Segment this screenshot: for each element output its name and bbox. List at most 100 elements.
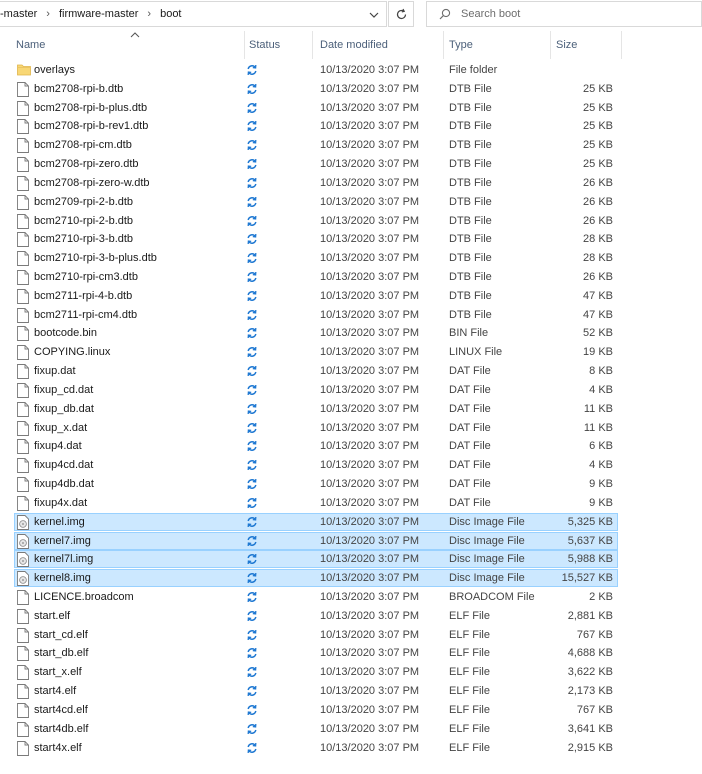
file-name[interactable]: start_x.elf: [34, 664, 82, 681]
file-name[interactable]: bcm2708-rpi-cm.dtb: [34, 137, 132, 154]
file-row[interactable]: bcm2710-rpi-cm3.dtb 10/13/2020 3:07 PM DTB…: [14, 268, 618, 286]
file-row[interactable]: start_cd.elf 10/13/2020 3:07 PM ELF File 76…: [14, 626, 618, 644]
file-name[interactable]: bcm2710-rpi-3-b.dtb: [34, 231, 133, 248]
file-row[interactable]: bcm2708-rpi-b.dtb 10/13/2020 3:07 PM DTB F…: [14, 80, 618, 98]
file-name[interactable]: fixup_x.dat: [34, 420, 87, 437]
file-row[interactable]: kernel.img 10/13/2020 3:07 PM Disc Image F…: [14, 512, 618, 531]
file-name[interactable]: start.elf: [34, 608, 70, 625]
file-row[interactable]: bcm2708-rpi-b-rev1.dtb 10/13/2020 3:07 PM…: [14, 117, 618, 135]
file-row[interactable]: bcm2708-rpi-zero-w.dtb 10/13/2020 3:07 PM…: [14, 174, 618, 192]
file-row[interactable]: start4db.elf 10/13/2020 3:07 PM ELF File 3,…: [14, 720, 618, 738]
sync-status-icon: [246, 177, 258, 194]
file-row[interactable]: bcm2708-rpi-zero.dtb 10/13/2020 3:07 PM DT…: [14, 155, 618, 173]
file-name[interactable]: start4db.elf: [34, 721, 88, 738]
file-name[interactable]: kernel7.img: [34, 533, 91, 550]
file-row[interactable]: kernel8.img 10/13/2020 3:07 PM Disc Image …: [14, 569, 618, 588]
breadcrumb-item[interactable]: -master: [0, 8, 37, 20]
file-name[interactable]: COPYING.linux: [34, 344, 110, 361]
breadcrumb-item[interactable]: boot: [160, 8, 181, 20]
file-row[interactable]: kernel7.img 10/13/2020 3:07 PM Disc Image …: [14, 531, 618, 550]
file-name[interactable]: fixup4cd.dat: [34, 457, 93, 474]
file-size: 8 KB: [589, 365, 613, 378]
file-date-modified: 10/13/2020 3:07 PM: [320, 195, 420, 208]
file-name[interactable]: start_cd.elf: [34, 627, 88, 644]
file-row[interactable]: kernel7l.img 10/13/2020 3:07 PM Disc Image…: [14, 550, 618, 570]
file-name[interactable]: kernel.img: [34, 514, 85, 531]
file-row[interactable]: start4x.elf 10/13/2020 3:07 PM ELF File 2,9…: [14, 739, 618, 757]
sync-status-icon: [246, 553, 258, 570]
file-row[interactable]: fixup4.dat 10/13/2020 3:07 PM DAT File 6 KB: [14, 437, 618, 455]
column-header-size[interactable]: Size: [550, 31, 622, 59]
file-name[interactable]: fixup.dat: [34, 363, 76, 380]
file-size: 25 KB: [583, 158, 613, 171]
file-name[interactable]: fixup_db.dat: [34, 401, 94, 418]
file-row[interactable]: bcm2711-rpi-4-b.dtb 10/13/2020 3:07 PM DTB…: [14, 287, 618, 305]
file-row[interactable]: fixup_db.dat 10/13/2020 3:07 PM DAT File 11…: [14, 400, 618, 418]
file-name[interactable]: start4cd.elf: [34, 702, 88, 719]
breadcrumb-item[interactable]: firmware-master: [59, 8, 138, 20]
file-name[interactable]: kernel8.img: [34, 570, 91, 587]
file-row[interactable]: fixup_x.dat 10/13/2020 3:07 PM DAT File 11 …: [14, 419, 618, 437]
file-type: DTB File: [449, 120, 492, 133]
file-name[interactable]: LICENCE.broadcom: [34, 589, 134, 606]
file-name[interactable]: bcm2708-rpi-zero-w.dtb: [34, 175, 150, 192]
file-name[interactable]: fixup4x.dat: [34, 495, 87, 512]
file-date-modified: 10/13/2020 3:07 PM: [320, 722, 420, 735]
file-row[interactable]: bcm2710-rpi-2-b.dtb 10/13/2020 3:07 PM DTB…: [14, 212, 618, 230]
file-name[interactable]: fixup_cd.dat: [34, 382, 93, 399]
sync-status-icon: [246, 346, 258, 363]
file-row[interactable]: bcm2709-rpi-2-b.dtb 10/13/2020 3:07 PM DTB…: [14, 193, 618, 211]
refresh-button[interactable]: [388, 1, 414, 27]
file-name[interactable]: kernel7l.img: [34, 551, 93, 568]
file-row[interactable]: bcm2710-rpi-3-b.dtb 10/13/2020 3:07 PM DTB…: [14, 230, 618, 248]
file-name[interactable]: start4.elf: [34, 683, 76, 700]
column-header-name[interactable]: Name: [10, 31, 245, 59]
file-row[interactable]: fixup4x.dat 10/13/2020 3:07 PM DAT File 9 K…: [14, 494, 618, 512]
file-name[interactable]: bcm2709-rpi-2-b.dtb: [34, 194, 133, 211]
file-row[interactable]: LICENCE.broadcom 10/13/2020 3:07 PM BROADC…: [14, 588, 618, 606]
file-name[interactable]: overlays: [34, 62, 75, 79]
sync-status-icon: [246, 440, 258, 457]
file-row[interactable]: overlays 10/13/2020 3:07 PM File folder: [14, 61, 618, 79]
file-row[interactable]: bcm2711-rpi-cm4.dtb 10/13/2020 3:07 PM DTB…: [14, 306, 618, 324]
file-name[interactable]: bcm2711-rpi-cm4.dtb: [34, 307, 137, 324]
file-name[interactable]: bcm2708-rpi-b-plus.dtb: [34, 100, 147, 117]
file-row[interactable]: bcm2708-rpi-cm.dtb 10/13/2020 3:07 PM DTB …: [14, 136, 618, 154]
column-header-date[interactable]: Date modified: [314, 31, 444, 59]
column-header-status-label: Status: [249, 39, 281, 51]
file-name[interactable]: bootcode.bin: [34, 325, 97, 342]
file-name[interactable]: bcm2708-rpi-b-rev1.dtb: [34, 118, 148, 135]
address-bar[interactable]: -master › firmware-master › boot: [0, 1, 387, 27]
file-row[interactable]: fixup4cd.dat 10/13/2020 3:07 PM DAT File 4 …: [14, 456, 618, 474]
file-date-modified: 10/13/2020 3:07 PM: [320, 402, 420, 415]
file-name[interactable]: fixup4db.dat: [34, 476, 94, 493]
file-row[interactable]: bootcode.bin 10/13/2020 3:07 PM BIN File 52…: [14, 324, 618, 342]
file-row[interactable]: start4.elf 10/13/2020 3:07 PM ELF File 2,17…: [14, 682, 618, 700]
breadcrumb-separator-icon[interactable]: ›: [46, 8, 50, 20]
file-row[interactable]: start.elf 10/13/2020 3:07 PM ELF File 2,881…: [14, 607, 618, 625]
file-name[interactable]: bcm2710-rpi-3-b-plus.dtb: [34, 250, 157, 267]
file-row[interactable]: COPYING.linux 10/13/2020 3:07 PM LINUX Fil…: [14, 343, 618, 361]
file-name[interactable]: start_db.elf: [34, 645, 88, 662]
file-name[interactable]: bcm2708-rpi-b.dtb: [34, 81, 123, 98]
file-row[interactable]: fixup.dat 10/13/2020 3:07 PM DAT File 8 KB: [14, 362, 618, 380]
file-name[interactable]: start4x.elf: [34, 740, 82, 757]
address-history-dropdown-icon[interactable]: [366, 8, 382, 22]
file-row[interactable]: bcm2710-rpi-3-b-plus.dtb 10/13/2020 3:07 …: [14, 249, 618, 267]
file-name[interactable]: bcm2710-rpi-2-b.dtb: [34, 213, 133, 230]
search-box[interactable]: Search boot: [426, 1, 702, 27]
file-row[interactable]: start_x.elf 10/13/2020 3:07 PM ELF File 3,6…: [14, 663, 618, 681]
file-row[interactable]: fixup_cd.dat 10/13/2020 3:07 PM DAT File 4 …: [14, 381, 618, 399]
file-row[interactable]: start_db.elf 10/13/2020 3:07 PM ELF File 4,…: [14, 644, 618, 662]
file-name[interactable]: bcm2710-rpi-cm3.dtb: [34, 269, 138, 286]
file-name[interactable]: bcm2711-rpi-4-b.dtb: [34, 288, 132, 305]
disc-image-icon: [17, 552, 31, 568]
breadcrumb-separator-icon[interactable]: ›: [147, 8, 151, 20]
column-header-status[interactable]: Status: [243, 31, 313, 59]
file-name[interactable]: fixup4.dat: [34, 438, 82, 455]
column-header-type[interactable]: Type: [443, 31, 551, 59]
file-name[interactable]: bcm2708-rpi-zero.dtb: [34, 156, 139, 173]
file-row[interactable]: bcm2708-rpi-b-plus.dtb 10/13/2020 3:07 PM…: [14, 99, 618, 117]
file-row[interactable]: start4cd.elf 10/13/2020 3:07 PM ELF File 76…: [14, 701, 618, 719]
file-row[interactable]: fixup4db.dat 10/13/2020 3:07 PM DAT File 9 …: [14, 475, 618, 493]
